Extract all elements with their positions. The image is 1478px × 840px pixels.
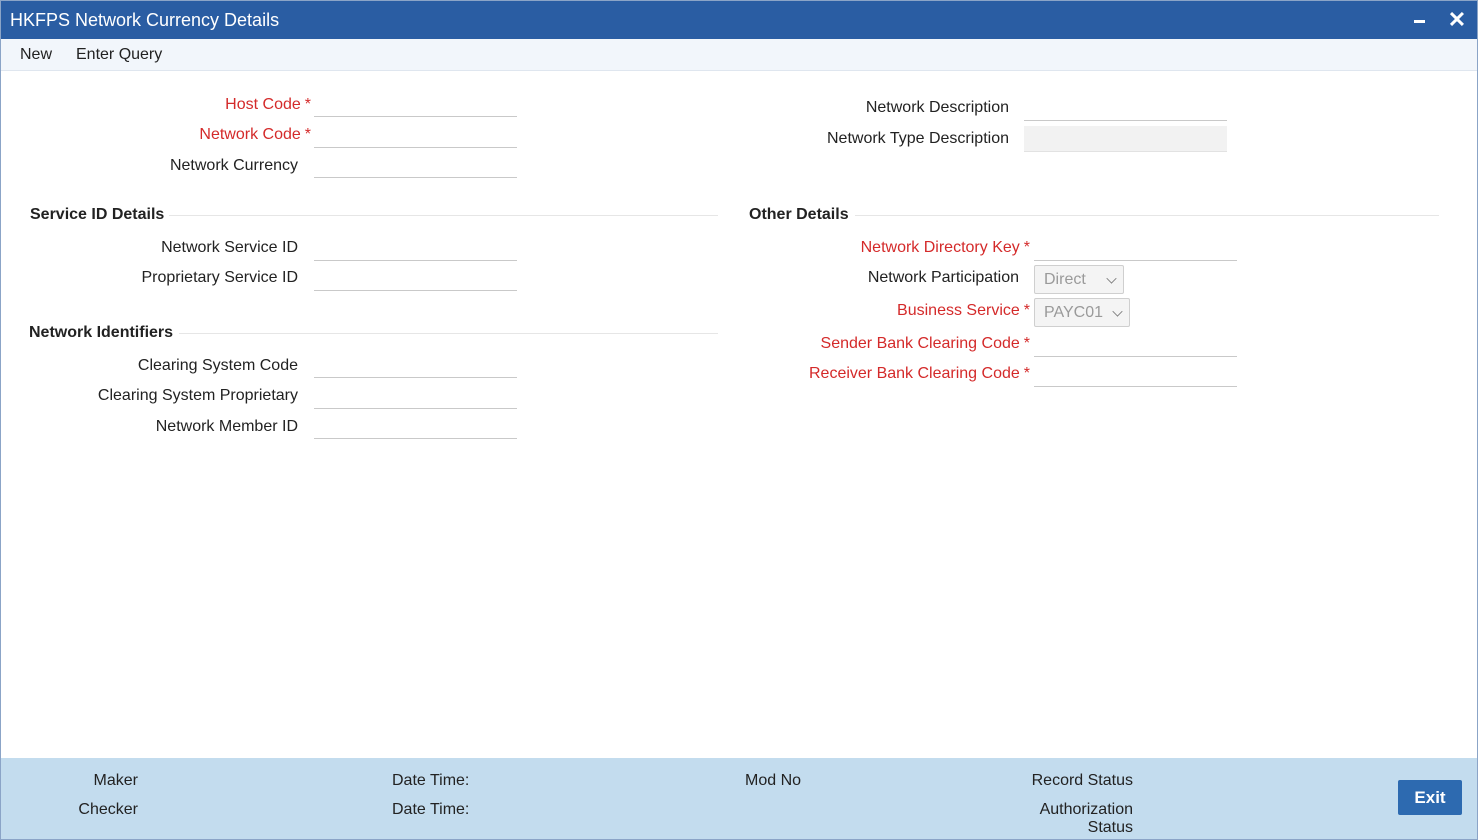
audit-footer: Maker Checker Date Time: Date Time: Mod … xyxy=(1,758,1477,839)
network-description-input[interactable] xyxy=(1024,97,1227,121)
exit-button[interactable]: Exit xyxy=(1398,780,1462,815)
close-icon[interactable]: ✕ xyxy=(1445,7,1469,33)
checker-label: Checker xyxy=(78,801,138,818)
network-participation-select[interactable]: Direct xyxy=(1034,265,1124,294)
business-service-value: PAYC01 xyxy=(1044,304,1103,321)
clearing-system-proprietary-label: Clearing System Proprietary xyxy=(97,387,298,404)
business-service-select[interactable]: PAYC01 xyxy=(1034,298,1130,327)
business-service-label: Business Service * xyxy=(897,302,1030,319)
sender-bank-clearing-code-input[interactable] xyxy=(1034,333,1237,357)
hkfps-network-currency-window: HKFPS Network Currency Details ✕ New Ent… xyxy=(0,0,1478,840)
proprietary-service-id-input[interactable] xyxy=(314,267,517,291)
title-bar: HKFPS Network Currency Details ✕ xyxy=(1,1,1477,39)
network-directory-key-input[interactable] xyxy=(1034,237,1237,261)
toolbar: New Enter Query xyxy=(1,39,1477,71)
network-participation-label: Network Participation xyxy=(867,269,1019,286)
chevron-down-icon xyxy=(1112,306,1123,317)
minimize-icon[interactable] xyxy=(1408,7,1432,33)
mod-no-label: Mod No xyxy=(745,772,802,789)
network-member-id-label: Network Member ID xyxy=(155,418,298,435)
enter-query-button[interactable]: Enter Query xyxy=(76,46,162,64)
network-directory-key-label: Network Directory Key * xyxy=(860,239,1030,256)
receiver-bank-clearing-code-input[interactable] xyxy=(1034,363,1237,387)
network-type-description-input[interactable] xyxy=(1024,126,1227,152)
window-title: HKFPS Network Currency Details xyxy=(10,10,280,30)
authorization-label: Authorization xyxy=(1039,801,1133,818)
proprietary-service-id-label: Proprietary Service ID xyxy=(141,269,299,286)
record-status-label: Record Status xyxy=(1031,772,1133,789)
maker-label: Maker xyxy=(93,772,138,789)
section-divider xyxy=(855,215,1439,216)
chevron-down-icon xyxy=(1106,273,1117,284)
section-divider xyxy=(179,333,718,334)
host-code-input[interactable] xyxy=(314,93,517,117)
network-type-description-label: Network Type Description xyxy=(827,130,1009,147)
clearing-system-code-input[interactable] xyxy=(314,354,517,378)
network-participation-value: Direct xyxy=(1044,271,1086,288)
sender-bank-clearing-code-label: Sender Bank Clearing Code * xyxy=(820,335,1030,352)
section-divider xyxy=(169,215,718,216)
clearing-system-proprietary-input[interactable] xyxy=(314,385,517,409)
new-button[interactable]: New xyxy=(20,46,52,64)
network-service-id-label: Network Service ID xyxy=(161,239,298,256)
network-code-input[interactable] xyxy=(314,124,517,148)
maker-datetime-label: Date Time: xyxy=(392,772,470,789)
network-service-id-input[interactable] xyxy=(314,237,517,261)
service-id-details-title: Service ID Details xyxy=(30,206,165,223)
network-member-id-input[interactable] xyxy=(314,415,517,439)
checker-datetime-label: Date Time: xyxy=(392,801,470,818)
network-identifiers-title: Network Identifiers xyxy=(29,324,174,341)
network-code-label: Network Code * xyxy=(199,126,311,143)
clearing-system-code-label: Clearing System Code xyxy=(137,357,298,374)
authorization-status-label: Status xyxy=(1087,819,1133,836)
network-description-label: Network Description xyxy=(865,99,1009,116)
receiver-bank-clearing-code-label: Receiver Bank Clearing Code * xyxy=(808,365,1030,382)
other-details-title: Other Details xyxy=(749,206,849,223)
host-code-label: Host Code * xyxy=(225,96,311,113)
network-currency-input[interactable] xyxy=(314,154,517,178)
network-currency-label: Network Currency xyxy=(169,157,298,174)
